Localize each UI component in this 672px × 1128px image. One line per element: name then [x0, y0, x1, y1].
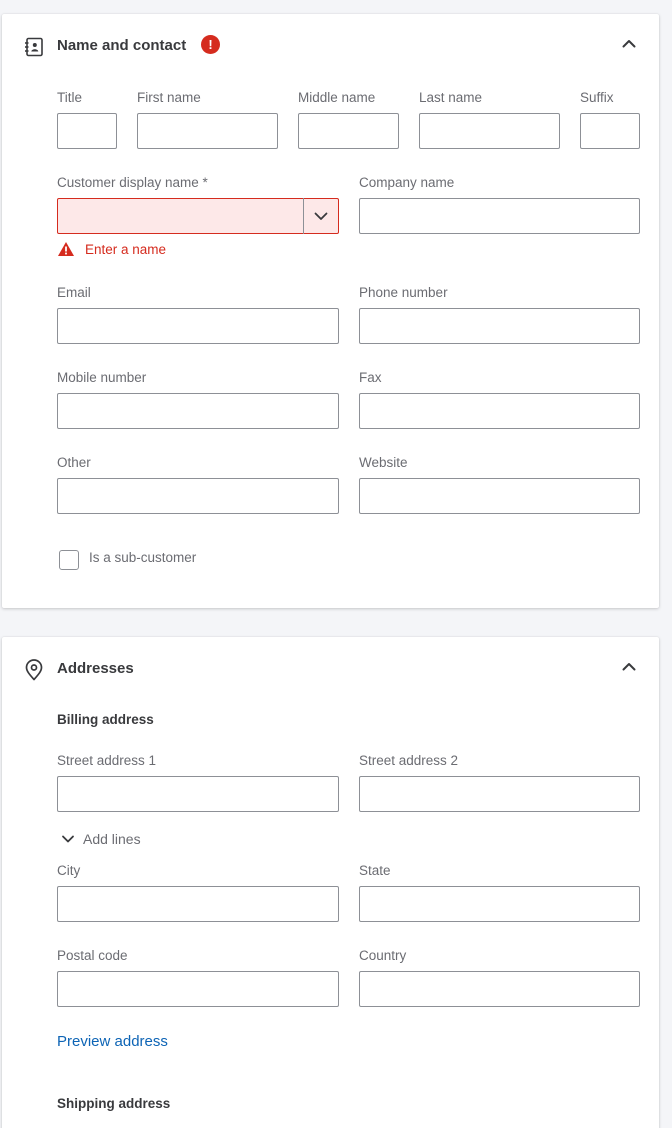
billing-address-title: Billing address [57, 712, 154, 727]
error-message-text: Enter a name [85, 241, 167, 257]
email-input[interactable] [57, 308, 339, 344]
chevron-up-icon [622, 663, 636, 671]
display-name-error: Enter a name [57, 239, 166, 259]
middle-name-label: Middle name [298, 90, 376, 105]
first-name-input[interactable] [137, 113, 278, 149]
country-label: Country [359, 948, 407, 963]
street1-input[interactable] [57, 776, 339, 812]
email-label: Email [57, 285, 91, 300]
addresses-section: Addresses Billing address Street address… [2, 637, 659, 1128]
title-input[interactable] [57, 113, 117, 149]
street1-label: Street address 1 [57, 753, 157, 768]
add-lines-button[interactable]: Add lines [61, 829, 141, 849]
website-label: Website [359, 455, 408, 470]
state-input[interactable] [359, 886, 640, 922]
fax-label: Fax [359, 370, 382, 385]
mobile-label: Mobile number [57, 370, 147, 385]
other-input[interactable] [57, 478, 339, 514]
collapse-button[interactable] [616, 654, 642, 680]
name-contact-header[interactable]: Name and contact ! [2, 14, 659, 76]
customer-form: Name and contact ! Title First name Midd… [0, 0, 672, 1128]
shipping-address-title: Shipping address [57, 1096, 171, 1111]
phone-input[interactable] [359, 308, 640, 344]
last-name-label: Last name [419, 90, 483, 105]
first-name-label: First name [137, 90, 201, 105]
street2-input[interactable] [359, 776, 640, 812]
postal-code-label: Postal code [57, 948, 128, 963]
display-name-input[interactable] [57, 198, 339, 234]
location-pin-icon [23, 659, 45, 681]
display-name-label: Customer display name * [57, 175, 208, 190]
preview-address-link[interactable]: Preview address [57, 1033, 168, 1050]
title-label: Title [57, 90, 83, 105]
error-badge-icon: ! [201, 35, 220, 54]
postal-code-input[interactable] [57, 971, 339, 1007]
addresses-header[interactable]: Addresses [2, 637, 659, 699]
suffix-input[interactable] [580, 113, 640, 149]
sub-customer-label: Is a sub-customer [89, 550, 197, 565]
chevron-up-icon [622, 40, 636, 48]
website-input[interactable] [359, 478, 640, 514]
other-label: Other [57, 455, 91, 470]
city-label: City [57, 863, 81, 878]
company-name-input[interactable] [359, 198, 640, 234]
street2-label: Street address 2 [359, 753, 459, 768]
collapse-button[interactable] [616, 31, 642, 57]
middle-name-input[interactable] [298, 113, 399, 149]
last-name-input[interactable] [419, 113, 560, 149]
city-input[interactable] [57, 886, 339, 922]
chevron-down-icon [314, 212, 328, 220]
suffix-label: Suffix [580, 90, 614, 105]
mobile-input[interactable] [57, 393, 339, 429]
state-label: State [359, 863, 391, 878]
add-lines-label: Add lines [83, 831, 141, 847]
contact-book-icon [23, 36, 45, 58]
name-contact-section: Name and contact ! Title First name Midd… [2, 14, 659, 608]
warning-triangle-icon [58, 242, 74, 256]
section-title: Name and contact [57, 37, 187, 54]
display-name-dropdown-button[interactable] [303, 198, 338, 234]
sub-customer-checkbox[interactable] [59, 550, 79, 570]
fax-input[interactable] [359, 393, 640, 429]
phone-label: Phone number [359, 285, 448, 300]
section-title: Addresses [57, 660, 134, 677]
chevron-down-icon [62, 835, 74, 843]
company-name-label: Company name [359, 175, 455, 190]
country-input[interactable] [359, 971, 640, 1007]
